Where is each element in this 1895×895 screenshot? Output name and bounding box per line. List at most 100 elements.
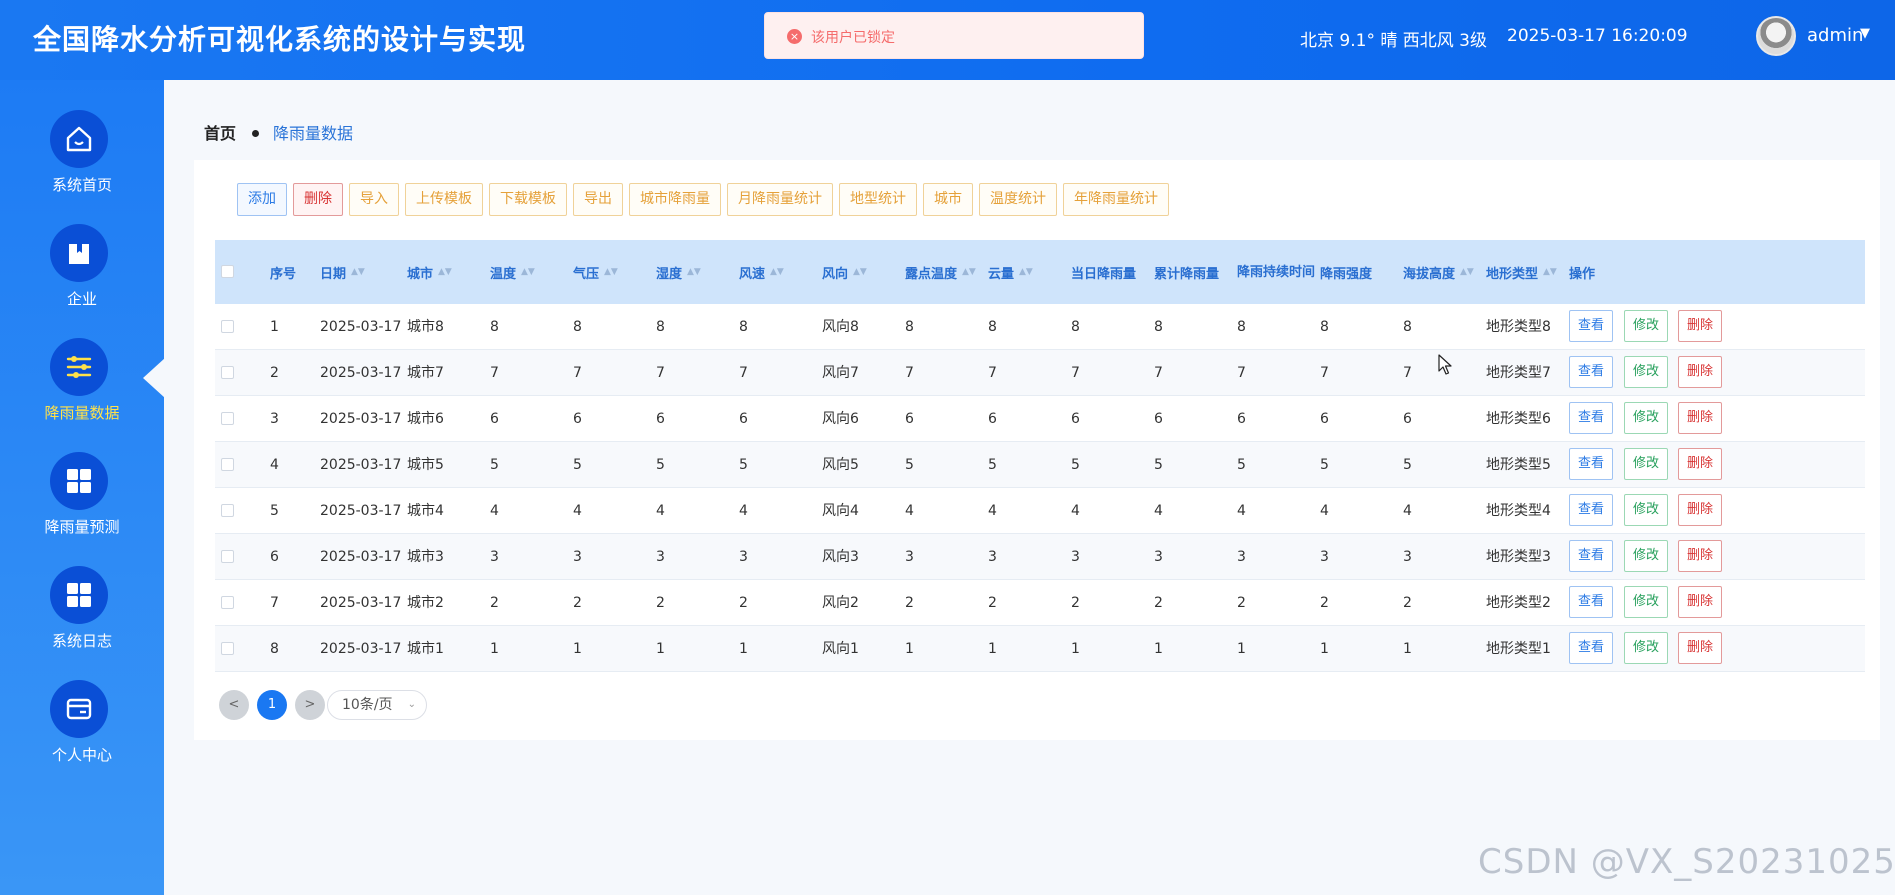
- row-checkbox[interactable]: [221, 320, 234, 333]
- edit-button[interactable]: 修改: [1624, 540, 1669, 572]
- header-altitude[interactable]: 海拔高度 ▲▼: [1403, 240, 1474, 304]
- cell-temperature: 6: [490, 411, 499, 427]
- cell-temperature: 5: [490, 457, 499, 473]
- sidebar-item-rainfall-forecast[interactable]: 降雨量预测: [0, 452, 164, 562]
- avatar[interactable]: [1756, 16, 1796, 56]
- cell-pressure: 7: [573, 365, 582, 381]
- delete-row-button[interactable]: 删除: [1678, 356, 1723, 388]
- delete-row-button[interactable]: 删除: [1678, 586, 1723, 618]
- caret-down-icon[interactable]: ▼: [1860, 26, 1870, 41]
- view-button[interactable]: 查看: [1569, 448, 1614, 480]
- row-checkbox[interactable]: [221, 458, 234, 471]
- weather-info: 北京 9.1° 晴 西北风 3级: [1300, 31, 1487, 51]
- sidebar-item-label: 系统首页: [51, 176, 112, 194]
- edit-button[interactable]: 修改: [1624, 586, 1669, 618]
- username[interactable]: admin: [1807, 25, 1863, 46]
- header-temperature[interactable]: 温度 ▲▼: [490, 240, 535, 304]
- cell-duration: 5: [1237, 457, 1246, 473]
- delete-button[interactable]: 删除: [293, 183, 343, 216]
- header-dew-point[interactable]: 露点温度 ▲▼: [905, 240, 976, 304]
- city-rainfall-button[interactable]: 城市降雨量: [629, 183, 721, 216]
- delete-row-button[interactable]: 删除: [1678, 310, 1723, 342]
- upload-template-button[interactable]: 上传模板: [405, 183, 483, 216]
- cell-duration: 4: [1237, 503, 1246, 519]
- sidebar-item-profile[interactable]: 个人中心: [0, 680, 164, 790]
- temperature-stats-button[interactable]: 温度统计: [979, 183, 1057, 216]
- sidebar-item-rainfall-data[interactable]: 降雨量数据: [0, 338, 164, 448]
- cell-intensity: 1: [1320, 641, 1329, 657]
- edit-button[interactable]: 修改: [1624, 448, 1669, 480]
- cell-wind-direction: 风向4: [822, 503, 859, 519]
- cell-index: 1: [270, 319, 279, 335]
- header-humidity[interactable]: 湿度 ▲▼: [656, 240, 701, 304]
- edit-button[interactable]: 修改: [1624, 356, 1669, 388]
- cell-terrain: 地形类型2: [1486, 595, 1551, 611]
- header-city[interactable]: 城市 ▲▼: [407, 240, 452, 304]
- cell-wind-direction: 风向7: [822, 365, 859, 381]
- cell-duration: 7: [1237, 365, 1246, 381]
- sidebar-item-system-log[interactable]: 系统日志: [0, 566, 164, 676]
- table-row: 3 2025-03-17 城市6 6 6 6 6 风向6 6 6 6 6 6 6 6 地形类型6 查看 修改 删除: [215, 396, 1865, 442]
- prev-page-button[interactable]: <: [219, 690, 249, 720]
- view-button[interactable]: 查看: [1569, 632, 1614, 664]
- view-button[interactable]: 查看: [1569, 494, 1614, 526]
- row-checkbox[interactable]: [221, 596, 234, 609]
- download-template-button[interactable]: 下载模板: [489, 183, 567, 216]
- delete-row-button[interactable]: 删除: [1678, 402, 1723, 434]
- yearly-stats-button[interactable]: 年降雨量统计: [1063, 183, 1169, 216]
- cell-terrain: 地形类型8: [1486, 319, 1551, 335]
- edit-button[interactable]: 修改: [1624, 310, 1669, 342]
- sidebar-item-home[interactable]: 系统首页: [0, 110, 164, 220]
- mouse-cursor-icon: [1438, 354, 1452, 375]
- watermark: CSDN @VX_S20231025S: [1478, 842, 1895, 882]
- edit-button[interactable]: 修改: [1624, 402, 1669, 434]
- view-button[interactable]: 查看: [1569, 402, 1614, 434]
- cell-cloud: 3: [988, 549, 997, 565]
- next-page-button[interactable]: >: [295, 690, 325, 720]
- table-row: 6 2025-03-17 城市3 3 3 3 3 风向3 3 3 3 3 3 3 3 地形类型3 查看 修改 删除: [215, 534, 1865, 580]
- add-button[interactable]: 添加: [237, 183, 287, 216]
- delete-row-button[interactable]: 删除: [1678, 448, 1723, 480]
- select-all-checkbox[interactable]: [221, 265, 234, 278]
- header-wind-direction[interactable]: 风向 ▲▼: [822, 240, 867, 304]
- cell-intensity: 5: [1320, 457, 1329, 473]
- city-button[interactable]: 城市: [923, 183, 973, 216]
- edit-button[interactable]: 修改: [1624, 632, 1669, 664]
- header-wind-speed[interactable]: 风速 ▲▼: [739, 240, 784, 304]
- edit-button[interactable]: 修改: [1624, 494, 1669, 526]
- export-button[interactable]: 导出: [573, 183, 623, 216]
- cell-wind-speed: 8: [739, 319, 748, 335]
- cell-date: 2025-03-17: [320, 503, 402, 519]
- header-terrain[interactable]: 地形类型 ▲▼: [1486, 240, 1557, 304]
- cell-wind-direction: 风向1: [822, 641, 859, 657]
- header-actions: 操作: [1569, 266, 1596, 282]
- cell-pressure: 5: [573, 457, 582, 473]
- delete-row-button[interactable]: 删除: [1678, 632, 1723, 664]
- page-1-button[interactable]: 1: [257, 690, 287, 720]
- terrain-stats-button[interactable]: 地型统计: [839, 183, 917, 216]
- header-pressure[interactable]: 气压 ▲▼: [573, 240, 618, 304]
- cell-daily-rain: 7: [1071, 365, 1080, 381]
- delete-row-button[interactable]: 删除: [1678, 494, 1723, 526]
- header-date[interactable]: 日期 ▲▼: [320, 240, 365, 304]
- view-button[interactable]: 查看: [1569, 310, 1614, 342]
- cell-cumulative-rain: 1: [1154, 641, 1163, 657]
- header-cloud[interactable]: 云量 ▲▼: [988, 240, 1033, 304]
- monthly-stats-button[interactable]: 月降雨量统计: [727, 183, 833, 216]
- delete-row-button[interactable]: 删除: [1678, 540, 1723, 572]
- page-size-select[interactable]: 10条/页 ⌄: [327, 690, 427, 720]
- view-button[interactable]: 查看: [1569, 586, 1614, 618]
- row-checkbox[interactable]: [221, 550, 234, 563]
- import-button[interactable]: 导入: [349, 183, 399, 216]
- row-checkbox[interactable]: [221, 642, 234, 655]
- row-checkbox[interactable]: [221, 366, 234, 379]
- cell-city: 城市3: [407, 549, 444, 565]
- view-button[interactable]: 查看: [1569, 540, 1614, 572]
- sidebar-item-enterprise[interactable]: 企业: [0, 224, 164, 334]
- row-checkbox[interactable]: [221, 412, 234, 425]
- row-checkbox[interactable]: [221, 504, 234, 517]
- cell-wind-direction: 风向6: [822, 411, 859, 427]
- cell-city: 城市6: [407, 411, 444, 427]
- view-button[interactable]: 查看: [1569, 356, 1614, 388]
- breadcrumb-home[interactable]: 首页: [204, 124, 236, 143]
